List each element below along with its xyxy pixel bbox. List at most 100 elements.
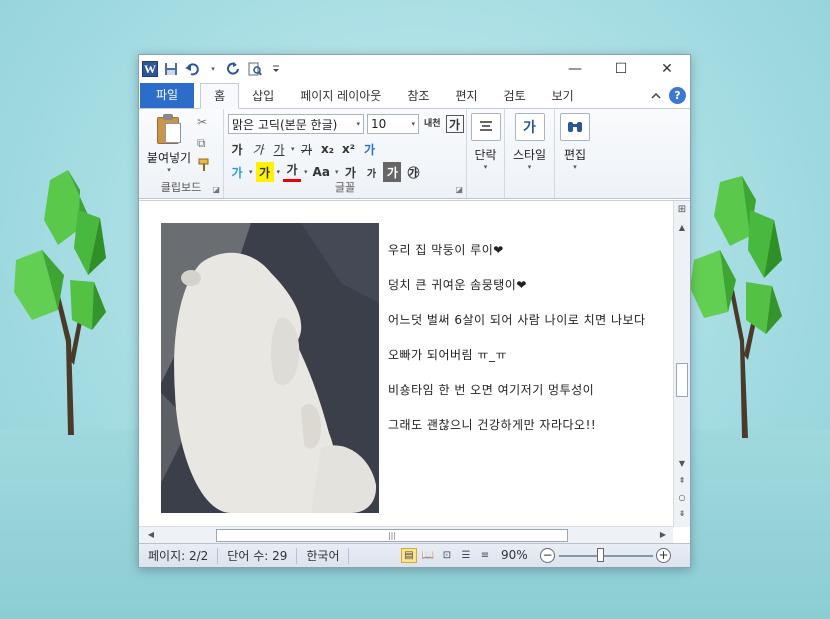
format-painter-icon[interactable] — [197, 158, 211, 175]
font-row-2: 가 가 가 ▾ 가 x₂ x² 가 — [228, 139, 379, 159]
italic-button[interactable]: 가 — [249, 139, 267, 159]
dog-photo[interactable] — [161, 223, 379, 513]
save-icon[interactable] — [163, 61, 179, 77]
document-line[interactable]: 오빠가 되어버림 ㅠ_ㅠ — [388, 346, 646, 381]
font-size-select[interactable]: 10 ▾ — [367, 114, 419, 134]
document-text[interactable]: 우리 집 막둥이 루이❤ 덩치 큰 귀여운 솜뭉탱이❤ 어느덧 벌써 6살이 되… — [388, 241, 646, 451]
document-line[interactable]: 우리 집 막둥이 루이❤ — [388, 241, 646, 276]
tab-home[interactable]: 홈 — [200, 83, 240, 109]
tab-view[interactable]: 보기 — [539, 84, 587, 108]
highlight-dropdown-icon[interactable]: ▾ — [277, 168, 281, 176]
underline-button[interactable]: 가 — [270, 139, 288, 159]
minimize-button[interactable]: — — [552, 55, 598, 83]
tab-mailings[interactable]: 편지 — [442, 84, 490, 108]
horizontal-scrollbar[interactable]: ◀ ||| ▶ — [139, 526, 673, 544]
zoom-level[interactable]: 90% — [501, 548, 528, 562]
editing-label: 편집 — [563, 148, 587, 162]
bold-button[interactable]: 가 — [228, 139, 246, 159]
quick-access-toolbar: W ▾ — [139, 61, 284, 77]
redo-icon[interactable] — [226, 61, 242, 77]
zoom-slider-track[interactable] — [559, 555, 653, 557]
word-count[interactable]: 단어 수: 29 — [218, 547, 298, 564]
paste-label: 붙여넣기 — [146, 151, 192, 165]
phonetic-guide-button[interactable]: 내천 — [422, 114, 443, 134]
font-name-value: 맑은 고딕(본문 한글) — [232, 117, 338, 132]
copy-icon[interactable]: ⧉ — [197, 136, 211, 151]
scroll-right-icon[interactable]: ▶ — [655, 530, 671, 539]
document-page[interactable]: 우리 집 막둥이 루이❤ 덩치 큰 귀여운 솜뭉탱이❤ 어느덧 벌써 6살이 되… — [145, 209, 672, 527]
scroll-down-icon[interactable]: ▼ — [674, 459, 690, 468]
previous-page-icon[interactable]: ⇞ — [674, 476, 690, 485]
scroll-up-icon[interactable]: ▲ — [674, 223, 690, 232]
paragraph-button[interactable]: 단락 ▾ — [471, 113, 501, 171]
word-app-icon[interactable]: W — [142, 61, 158, 77]
status-bar: 페이지: 2/2 단어 수: 29 한국어 ▤ 📖 ⊡ ☰ ≡ 90% − + — [139, 543, 690, 567]
scroll-left-icon[interactable]: ◀ — [143, 530, 159, 539]
vertical-scrollbar[interactable]: ⊞ ▲ ▼ ⇞ ○ ⇟ — [673, 201, 690, 527]
strikethrough-button[interactable]: 가 — [298, 139, 316, 159]
font-launcher-icon[interactable]: ◪ — [455, 185, 463, 194]
ruler-toggle-icon[interactable]: ⊞ — [674, 204, 690, 215]
styles-button[interactable]: 가 스타일 ▾ — [509, 113, 550, 171]
paragraph-icon — [471, 113, 501, 141]
web-layout-icon[interactable]: ⊡ — [439, 548, 455, 563]
language-indicator[interactable]: 한국어 — [297, 547, 350, 564]
subscript-button[interactable]: x₂ — [319, 139, 337, 159]
font-group-label: 글꼴 — [334, 181, 356, 194]
paragraph-group[interactable]: 단락 ▾ — [467, 109, 505, 198]
help-icon[interactable]: ? — [669, 87, 686, 104]
page-indicator[interactable]: 페이지: 2/2 — [139, 547, 219, 564]
undo-icon[interactable] — [184, 61, 200, 77]
tab-review[interactable]: 검토 — [491, 84, 539, 108]
collapse-ribbon-icon[interactable] — [651, 89, 661, 103]
tab-page-layout[interactable]: 페이지 레이아웃 — [287, 84, 394, 108]
font-color-dropdown-icon[interactable]: ▾ — [304, 168, 308, 176]
document-line[interactable]: 덩치 큰 귀여운 솜뭉탱이❤ — [388, 276, 646, 311]
document-area[interactable]: 우리 집 막둥이 루이❤ 덩치 큰 귀여운 솜뭉탱이❤ 어느덧 벌써 6살이 되… — [139, 200, 690, 544]
tree-left-illustration — [14, 170, 106, 435]
editing-button[interactable]: 편집 ▾ — [559, 113, 591, 171]
customize-toolbar-icon[interactable] — [268, 61, 284, 77]
outline-view-icon[interactable]: ☰ — [458, 548, 474, 563]
cut-icon[interactable]: ✂ — [197, 115, 211, 129]
paste-icon — [155, 113, 183, 145]
window-controls: — ☐ ✕ — [552, 55, 690, 83]
undo-dropdown-icon[interactable]: ▾ — [205, 61, 221, 77]
print-layout-icon[interactable]: ▤ — [401, 548, 417, 563]
document-line[interactable]: 그래도 괜찮으니 건강하게만 자라다오!! — [388, 416, 646, 451]
zoom-slider-thumb[interactable] — [597, 548, 604, 562]
browse-object-icon[interactable]: ○ — [674, 493, 690, 502]
character-border-button[interactable]: 가 — [445, 115, 464, 133]
full-screen-reading-icon[interactable]: 📖 — [420, 548, 436, 563]
styles-group[interactable]: 가 스타일 ▾ — [505, 109, 555, 198]
print-preview-icon[interactable] — [247, 61, 263, 77]
document-line[interactable]: 어느덧 벌써 6살이 되어 사람 나이로 치면 나보다 — [388, 311, 646, 346]
horizontal-scroll-thumb[interactable]: ||| — [216, 529, 568, 542]
styles-dropdown-icon: ▾ — [527, 163, 532, 171]
ribbon: 붙여넣기 ▾ ✂ ⧉ 클립보드 ◪ 맑은 고딕(본문 한글) ▾ 10 ▾ 내천… — [139, 109, 690, 199]
zoom-in-button[interactable]: + — [656, 548, 671, 563]
font-name-dropdown-icon: ▾ — [356, 120, 360, 128]
clipboard-group-label: 클립보드 — [160, 181, 202, 194]
maximize-button[interactable]: ☐ — [598, 55, 644, 83]
superscript-button[interactable]: x² — [340, 139, 358, 159]
text-effects-dropdown-icon[interactable]: ▾ — [249, 168, 253, 176]
zoom-out-button[interactable]: − — [540, 548, 555, 563]
editing-group[interactable]: 편집 ▾ — [555, 109, 595, 198]
tab-references[interactable]: 참조 — [394, 84, 442, 108]
font-name-select[interactable]: 맑은 고딕(본문 한글) ▾ — [228, 114, 364, 134]
next-page-icon[interactable]: ⇟ — [674, 509, 690, 518]
paste-button[interactable]: 붙여넣기 ▾ — [145, 113, 193, 174]
underline-dropdown-icon[interactable]: ▾ — [291, 145, 295, 153]
clipboard-launcher-icon[interactable]: ◪ — [212, 185, 220, 194]
close-button[interactable]: ✕ — [644, 55, 690, 83]
draft-view-icon[interactable]: ≡ — [477, 548, 493, 563]
binoculars-icon — [560, 113, 590, 141]
tab-insert[interactable]: 삽입 — [239, 84, 287, 108]
clear-formatting-button[interactable]: 가 — [361, 139, 379, 159]
tab-file[interactable]: 파일 — [140, 83, 195, 108]
document-line[interactable]: 비숑타임 한 번 오면 여기저기 멍투성이 — [388, 381, 646, 416]
change-case-dropdown-icon[interactable]: ▾ — [335, 168, 339, 176]
vertical-scroll-thumb[interactable] — [676, 363, 688, 397]
paste-dropdown-icon[interactable]: ▾ — [145, 166, 193, 174]
